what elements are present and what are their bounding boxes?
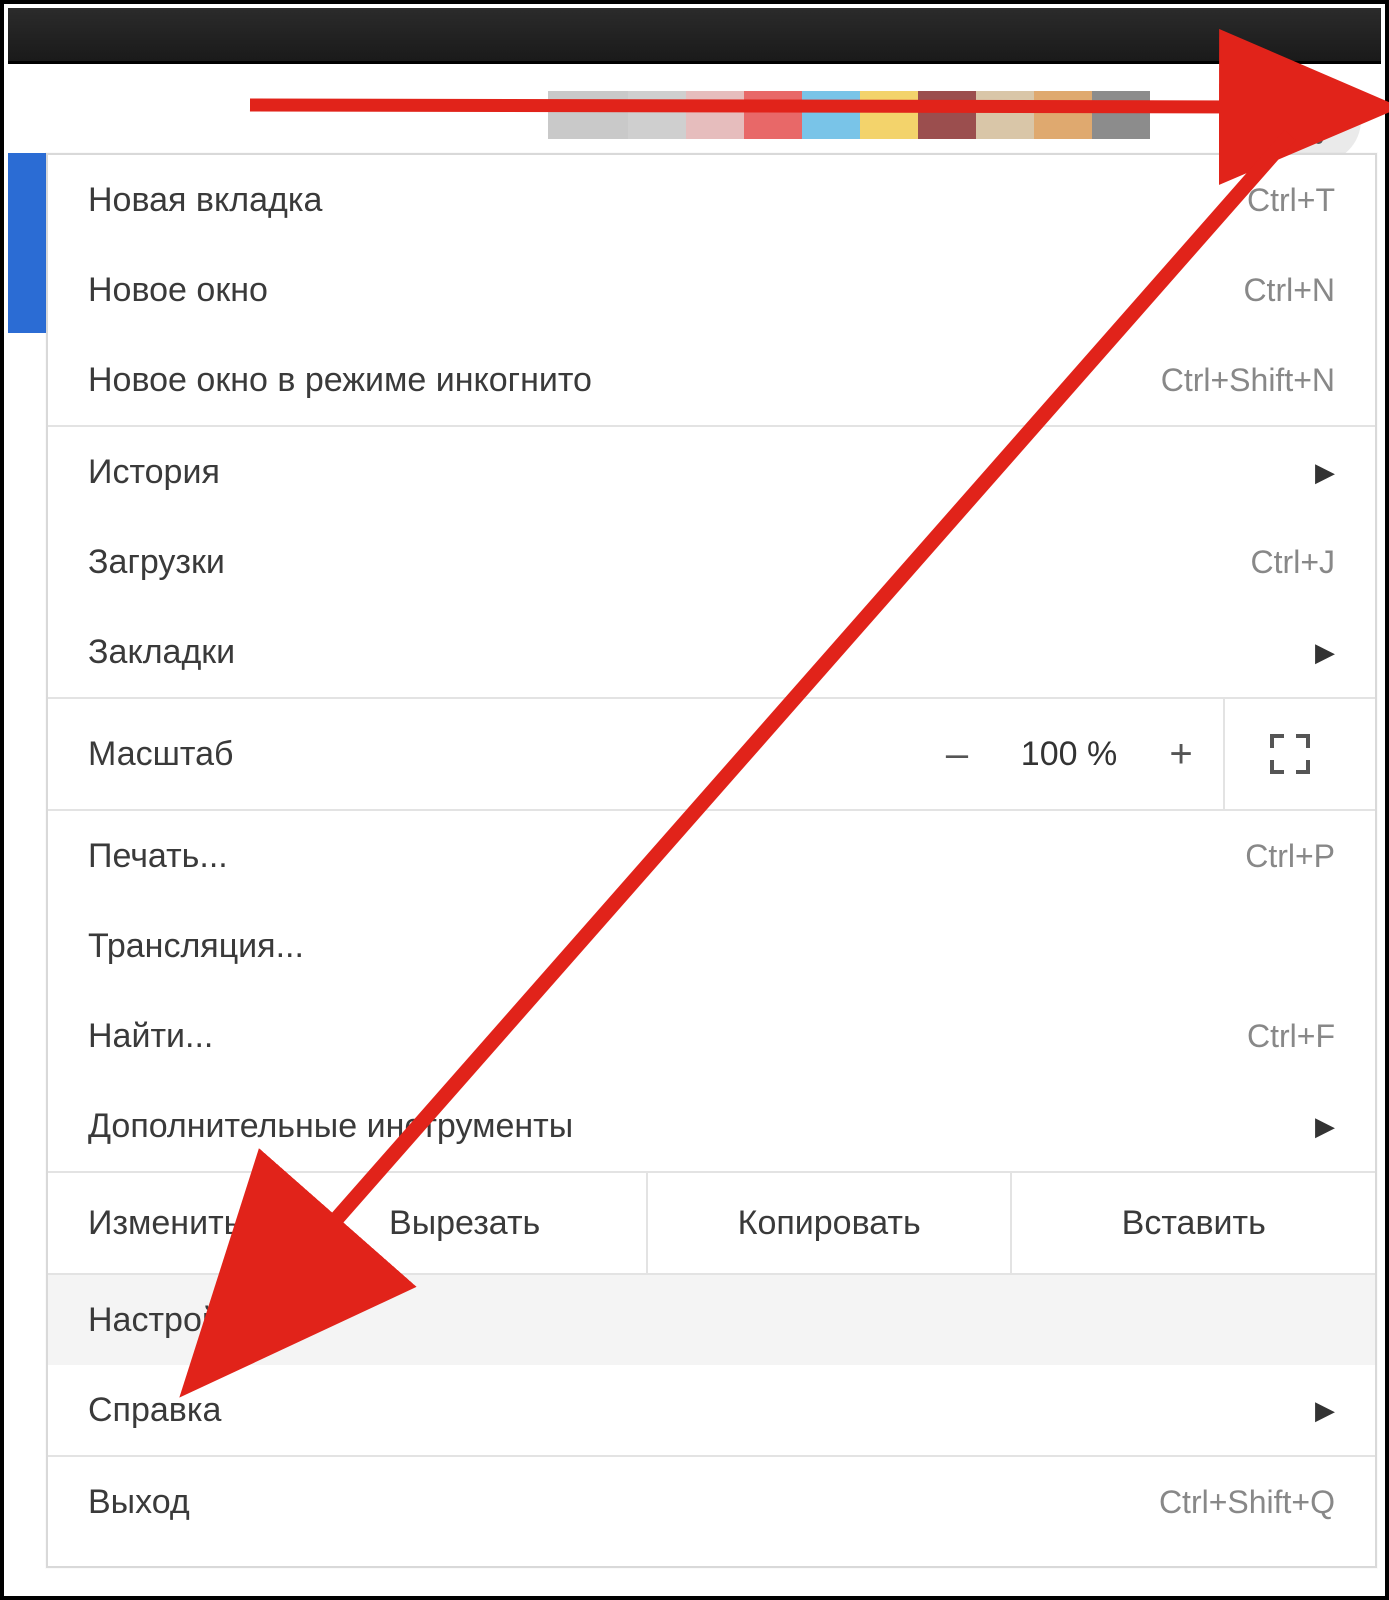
menu-item-bookmarks[interactable]: Закладки ▶ [48,607,1375,697]
menu-item-history[interactable]: История ▶ [48,427,1375,517]
menu-item-new-window[interactable]: Новое окно Ctrl+N [48,245,1375,335]
menu-item-cast[interactable]: Трансляция... [48,901,1375,991]
menu-item-label: Найти... [88,1017,1247,1056]
page-accent [8,153,46,333]
tab-color-block [1034,91,1092,139]
menu-item-label: Печать... [88,837,1245,876]
menu-item-more-tools[interactable]: Дополнительные инструменты ▶ [48,1081,1375,1171]
zoom-out-button[interactable]: – [927,732,987,777]
fullscreen-button[interactable] [1245,732,1335,776]
zoom-controls: – 100 % + [927,732,1211,777]
menu-item-find[interactable]: Найти... Ctrl+F [48,991,1375,1081]
tab-color-block [802,91,860,139]
menu-item-shortcut: Ctrl+Shift+N [1161,362,1335,399]
zoom-in-button[interactable]: + [1151,732,1211,777]
menu-item-label: Изменить [48,1173,281,1273]
menu-item-zoom: Масштаб – 100 % + [48,699,1375,809]
menu-item-label: Настройки [88,1301,1335,1340]
window-frame: Новая вкладка Ctrl+T Новое окно Ctrl+N Н… [0,0,1389,1600]
menu-item-label: Выход [88,1483,1159,1522]
chevron-right-icon: ▶ [1315,457,1335,488]
menu-item-settings[interactable]: Настройки [48,1275,1375,1365]
menu-item-downloads[interactable]: Загрузки Ctrl+J [48,517,1375,607]
tab-color-block [744,91,802,139]
vertical-separator [1223,699,1225,809]
edit-cut-button[interactable]: Вырезать [281,1173,646,1273]
chevron-right-icon: ▶ [1315,1111,1335,1142]
chevron-right-icon: ▶ [1315,1395,1335,1426]
chrome-main-menu: Новая вкладка Ctrl+T Новое окно Ctrl+N Н… [46,153,1377,1568]
menu-item-edit: Изменить Вырезать Копировать Вставить [48,1173,1375,1273]
menu-item-shortcut: Ctrl+F [1247,1018,1335,1055]
menu-item-label: Загрузки [88,543,1251,582]
menu-item-shortcut: Ctrl+N [1243,272,1335,309]
menu-item-label: Закладки [88,633,1299,672]
menu-item-label: История [88,453,1299,492]
kebab-dot-icon [1314,97,1323,106]
kebab-dot-icon [1314,116,1323,125]
tab-color-block [548,91,628,139]
tab-color-block [860,91,918,139]
menu-item-shortcut: Ctrl+T [1247,182,1335,219]
menu-item-label: Новая вкладка [88,181,1247,220]
browser-toolbar [8,67,1381,153]
menu-item-new-tab[interactable]: Новая вкладка Ctrl+T [48,155,1375,245]
tab-color-block [918,91,976,139]
menu-item-label: Новое окно [88,271,1243,310]
menu-item-help[interactable]: Справка ▶ [48,1365,1375,1455]
tab-color-block [628,91,686,139]
menu-item-shortcut: Ctrl+J [1251,544,1335,581]
tab-color-block [686,91,744,139]
menu-item-shortcut: Ctrl+Shift+Q [1159,1484,1335,1521]
edit-paste-button[interactable]: Вставить [1010,1173,1375,1273]
menu-item-label: Трансляция... [88,927,1335,966]
kebab-dot-icon [1314,135,1323,144]
menu-item-label: Масштаб [88,735,927,774]
tab-color-block [1092,91,1150,139]
tab-strip [548,91,1150,139]
menu-item-label: Новое окно в режиме инкогнито [88,361,1161,400]
fullscreen-icon [1268,732,1312,776]
menu-item-new-incognito[interactable]: Новое окно в режиме инкогнито Ctrl+Shift… [48,335,1375,425]
menu-item-shortcut: Ctrl+P [1245,838,1335,875]
menu-item-label: Дополнительные инструменты [88,1107,1299,1146]
edit-copy-button[interactable]: Копировать [646,1173,1011,1273]
menu-button[interactable] [1275,77,1361,163]
chevron-right-icon: ▶ [1315,637,1335,668]
tab-color-block [976,91,1034,139]
window-titlebar [8,8,1381,64]
menu-item-label: Справка [88,1391,1299,1430]
menu-item-exit[interactable]: Выход Ctrl+Shift+Q [48,1457,1375,1547]
menu-item-print[interactable]: Печать... Ctrl+P [48,811,1375,901]
zoom-value: 100 % [999,735,1139,774]
